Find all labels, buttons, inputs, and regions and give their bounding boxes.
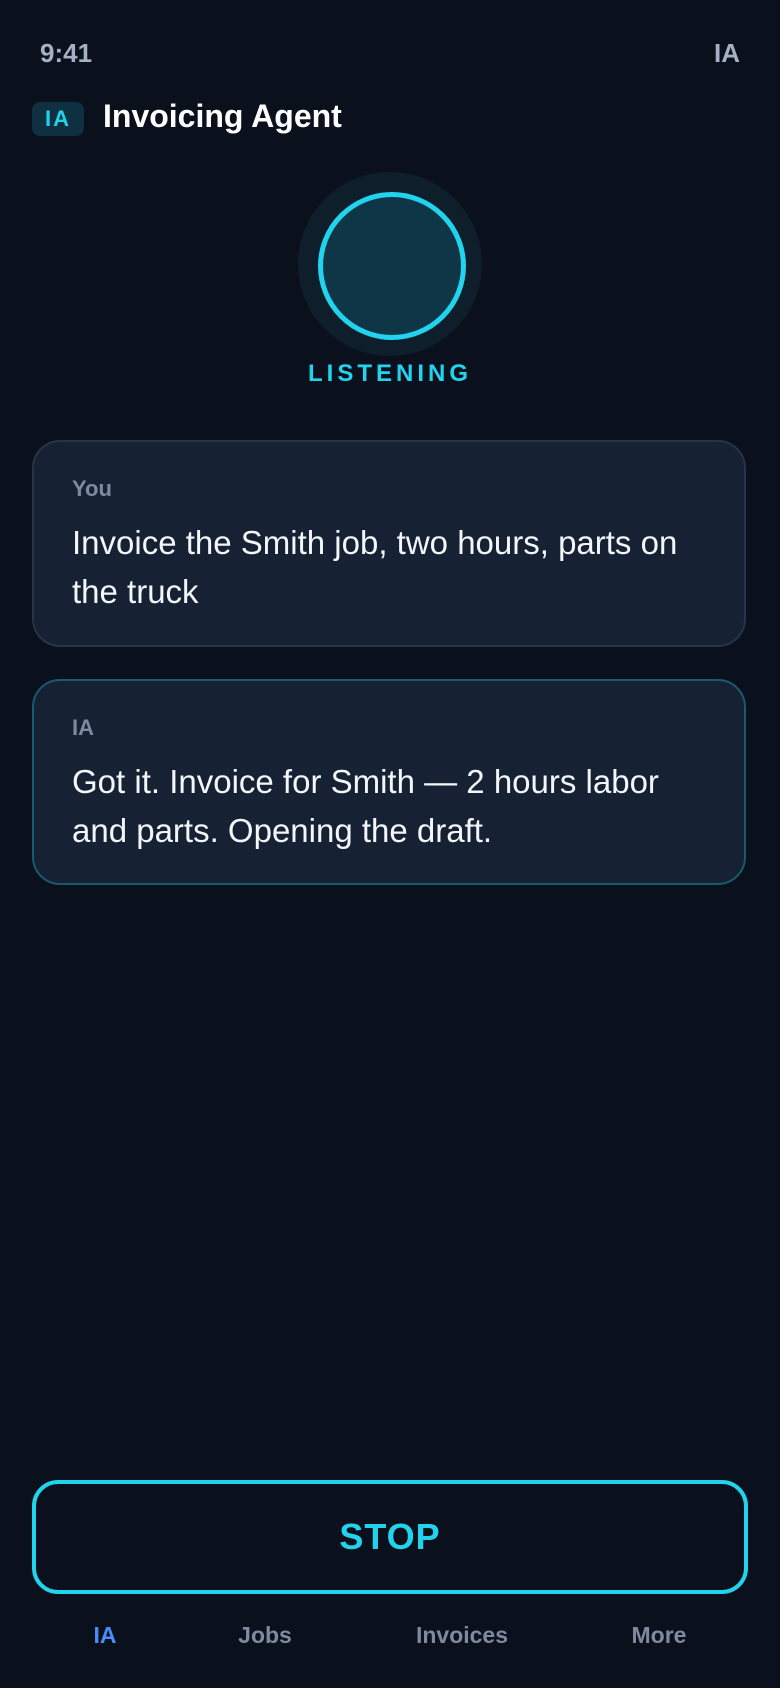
message-text: Invoice the Smith job, two hours, parts … <box>72 524 678 610</box>
bottom-nav: IA Jobs Invoices More <box>0 1622 780 1662</box>
nav-item-jobs[interactable]: Jobs <box>175 1622 355 1649</box>
user-message-card: You Invoice the Smith job, two hours, pa… <box>32 440 746 647</box>
agent-message-card: IA Got it. Invoice for Smith — 2 hours l… <box>32 679 746 885</box>
message-speaker: You <box>72 476 112 501</box>
nav-item-invoices[interactable]: Invoices <box>372 1622 552 1649</box>
nav-item-ia[interactable]: IA <box>15 1622 195 1649</box>
message-text: Got it. Invoice for Smith — 2 hours labo… <box>72 763 659 849</box>
voice-agent-screen: 9:41 IA IA Invoicing Agent LISTENING You… <box>0 0 780 1688</box>
mic-button[interactable] <box>318 192 466 340</box>
app-badge: IA <box>32 102 84 136</box>
listening-status: LISTENING <box>307 360 472 387</box>
status-time: 9:41 <box>40 38 93 68</box>
status-right-label: IA <box>714 38 740 68</box>
stop-button[interactable]: STOP <box>32 1480 748 1594</box>
nav-item-more[interactable]: More <box>569 1622 749 1649</box>
message-speaker: IA <box>72 715 94 740</box>
page-title: Invoicing Agent <box>103 98 342 134</box>
